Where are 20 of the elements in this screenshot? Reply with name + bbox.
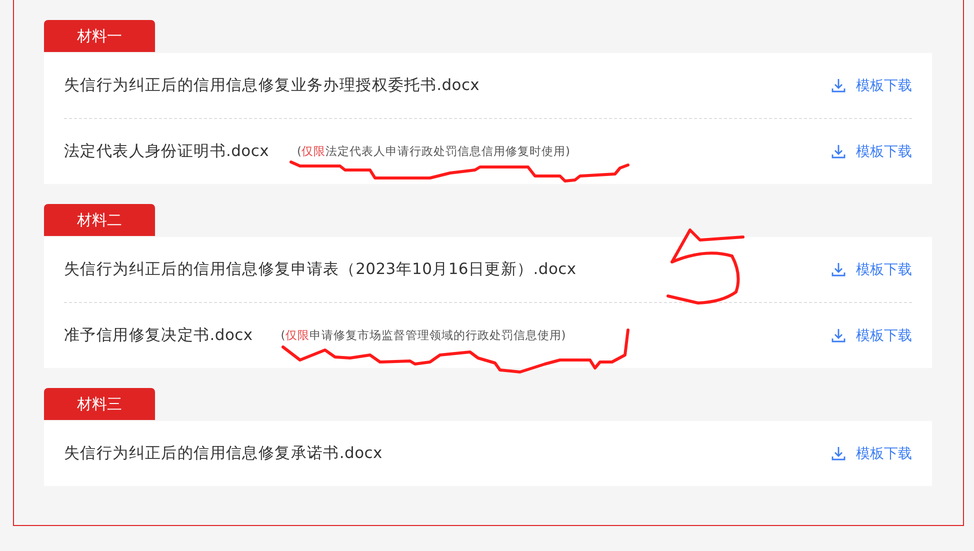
template-download-link[interactable]: 模板下载 (831, 142, 912, 160)
file-name: 法定代表人身份证明书.docx (64, 141, 269, 162)
section-label: 材料三 (44, 388, 155, 420)
section-label: 材料一 (44, 20, 155, 52)
section-label: 材料二 (44, 204, 155, 236)
download-icon (831, 328, 846, 343)
template-download-link[interactable]: 模板下载 (831, 444, 912, 462)
download-icon (831, 144, 846, 159)
file-name: 准予信用修复决定书.docx (64, 325, 253, 346)
file-name: 失信行为纠正后的信用信息修复业务办理授权委托书.docx (64, 75, 480, 96)
download-icon (831, 78, 846, 93)
download-icon (831, 262, 846, 277)
template-download-link[interactable]: 模板下载 (831, 260, 912, 278)
template-download-link[interactable]: 模板下载 (831, 76, 912, 94)
usage-note: (仅限法定代表人申请行政处罚信息信用修复时使用) (296, 144, 570, 159)
template-download-link[interactable]: 模板下载 (831, 326, 912, 344)
usage-note: (仅限申请修复市场监督管理领域的行政处罚信息使用) (280, 328, 566, 343)
file-name: 失信行为纠正后的信用信息修复申请表（2023年10月16日更新）.docx (64, 259, 576, 280)
file-name: 失信行为纠正后的信用信息修复承诺书.docx (64, 443, 382, 464)
download-icon (831, 446, 846, 461)
